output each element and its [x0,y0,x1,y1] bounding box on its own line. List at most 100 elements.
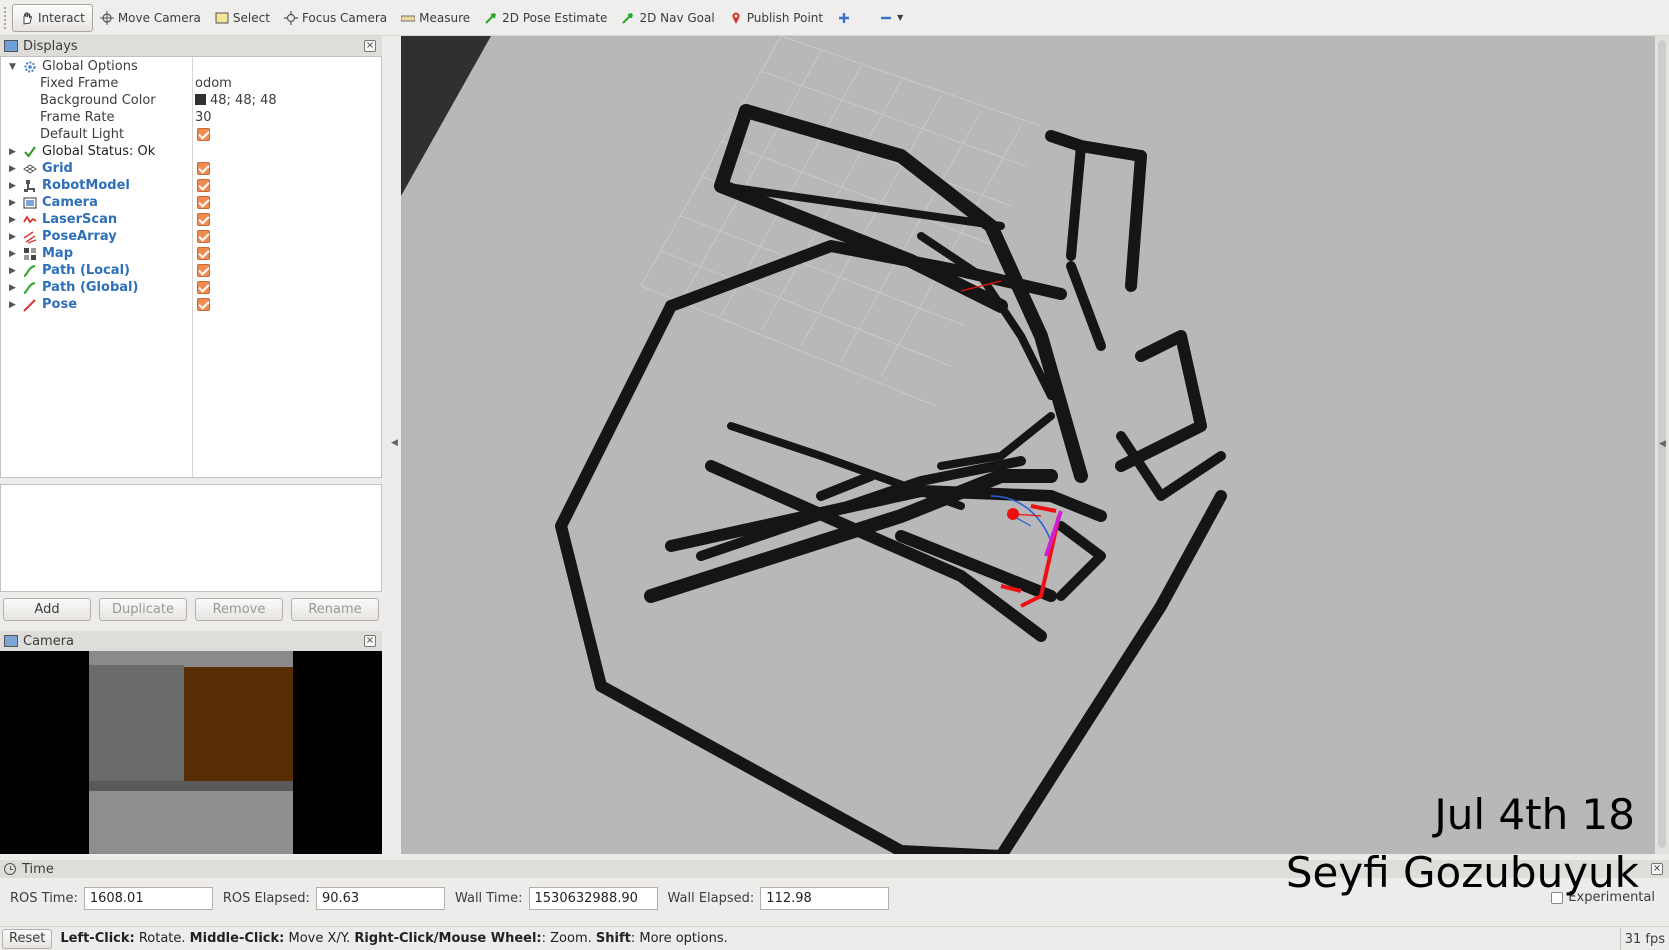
ros-elapsed-label: ROS Elapsed: [222,890,310,906]
tree-item-label: Path (Global) [42,280,139,295]
focus-camera-icon [283,10,298,25]
tree-item-path-local[interactable]: ▶ Path (Local) [1,262,381,279]
tree-item-pose[interactable]: ▶ Pose [1,296,381,313]
add-button[interactable]: Add [3,598,91,621]
expand-right-icon[interactable]: ▶ [9,164,19,174]
path-global-checkbox[interactable] [197,281,210,294]
tool-label: Move Camera [117,10,201,25]
tool-2d-nav-goal[interactable]: 2D Nav Goal [614,4,721,32]
tree-item-laserscan[interactable]: ▶ LaserScan [1,211,381,228]
wall-time-field[interactable]: 1530632988.90 [528,886,658,910]
hint-key: Left-Click: [60,931,135,946]
map-pin-icon [729,11,743,25]
render-view-3d[interactable] [401,36,1655,854]
prop-value[interactable]: 30 [195,110,212,125]
tree-item-map[interactable]: ▶ Map [1,245,381,262]
robotmodel-checkbox[interactable] [197,179,210,192]
camera-title-bar: Camera × [0,631,382,651]
right-side-bar: ◀ [1655,36,1669,854]
prop-value: 48; 48; 48 [210,93,277,108]
add-tool-button[interactable] [830,4,862,32]
expand-right-icon[interactable]: ▶ [9,198,19,208]
tool-label: Focus Camera [301,10,388,25]
expand-right-icon[interactable]: ▶ [9,181,19,191]
collapse-right-icon[interactable]: ◀ [1659,439,1667,455]
prop-default-light[interactable]: Default Light [1,126,381,143]
duplicate-button[interactable]: Duplicate [99,598,187,621]
tree-item-camera[interactable]: ▶ Camera [1,194,381,211]
prop-value[interactable]: odom [195,76,232,91]
camera-panel: Camera × [0,631,382,854]
path-local-checkbox[interactable] [197,264,210,277]
expand-right-icon[interactable]: ▶ [9,215,19,225]
camera-checkbox[interactable] [197,196,210,209]
grid-checkbox[interactable] [197,162,210,175]
tree-item-grid[interactable]: ▶ Grid [1,160,381,177]
move-camera-icon [99,10,114,25]
expand-right-icon[interactable]: ▶ [9,232,19,242]
tool-move-camera[interactable]: Move Camera [93,4,208,32]
tree-item-posearray[interactable]: ▶ PoseArray [1,228,381,245]
ros-elapsed-field[interactable]: 90.63 [315,886,445,910]
camera-icon [4,635,18,647]
hint-key: Right-Click/Mouse Wheel: [354,931,542,946]
wall-elapsed-field[interactable]: 112.98 [760,886,890,910]
status-bar: Reset Left-Click: Rotate. Middle-Click: … [0,926,1669,950]
displays-buttons: Add Duplicate Remove Rename [0,598,382,624]
tool-select[interactable]: Select [208,4,277,32]
ros-time-label: ROS Time: [10,890,78,906]
tree-item-label: Map [42,246,74,261]
hint-text: : Zoom. [541,931,596,946]
map-icon [23,247,37,261]
monitor-icon [4,40,18,52]
minus-icon [879,11,893,25]
tree-item-robotmodel[interactable]: ▶ RobotModel [1,177,381,194]
prop-background-color[interactable]: Background Color 48; 48; 48 [1,92,381,109]
hand-icon [20,11,34,25]
tree-item-label: LaserScan [42,212,118,227]
hint-text: Rotate. [134,931,190,946]
reset-button[interactable]: Reset [2,928,53,949]
tree-item-label: Camera [42,195,98,210]
color-swatch [195,94,206,105]
pose-checkbox[interactable] [197,298,210,311]
close-icon[interactable]: × [364,635,376,647]
default-light-checkbox[interactable] [197,128,210,141]
wall-time-label: Wall Time: [454,890,523,906]
displays-title-bar: Displays × [0,36,382,56]
expand-down-icon[interactable]: ▼ [9,62,19,72]
expand-right-icon[interactable]: ▶ [9,266,19,276]
tool-interact[interactable]: Interact [12,3,93,32]
remove-button[interactable]: Remove [195,598,283,621]
prop-frame-rate[interactable]: Frame Rate 30 [1,109,381,126]
camera-icon [23,196,37,210]
tree-item-label: Grid [42,161,73,176]
fps-counter: 31 fps [1619,928,1669,950]
tree-item-path-global[interactable]: ▶ Path (Global) [1,279,381,296]
toolbar-grip[interactable] [4,6,10,29]
tool-2d-pose-estimate[interactable]: 2D Pose Estimate [477,4,614,32]
prop-value-color[interactable]: 48; 48; 48 [195,93,277,108]
prop-fixed-frame[interactable]: Fixed Frame odom [1,75,381,92]
remove-tool-menu[interactable]: ▼ [872,4,910,32]
collapse-left-icon[interactable]: ◀ [391,438,399,454]
expand-right-icon[interactable]: ▶ [9,283,19,293]
tool-publish-point[interactable]: Publish Point [722,4,830,32]
expand-right-icon[interactable]: ▶ [9,300,19,310]
expand-right-icon[interactable]: ▶ [9,249,19,259]
tree-item-global-status[interactable]: ▶ Global Status: Ok [1,143,381,160]
close-icon[interactable]: × [1651,863,1663,875]
expand-right-icon[interactable]: ▶ [9,147,19,157]
laserscan-checkbox[interactable] [197,213,210,226]
posearray-checkbox[interactable] [197,230,210,243]
tree-item-global-options[interactable]: ▼ Global Options [1,58,381,75]
rename-button[interactable]: Rename [291,598,379,621]
map-checkbox[interactable] [197,247,210,260]
robot-model-icon [23,179,37,193]
ros-time-field[interactable]: 1608.01 [83,886,213,910]
tool-focus-camera[interactable]: Focus Camera [277,4,394,32]
wall-elapsed-label: Wall Elapsed: [667,890,755,906]
close-icon[interactable]: × [364,40,376,52]
tree-item-label: Global Options [42,59,138,74]
tool-measure[interactable]: Measure [394,4,477,32]
